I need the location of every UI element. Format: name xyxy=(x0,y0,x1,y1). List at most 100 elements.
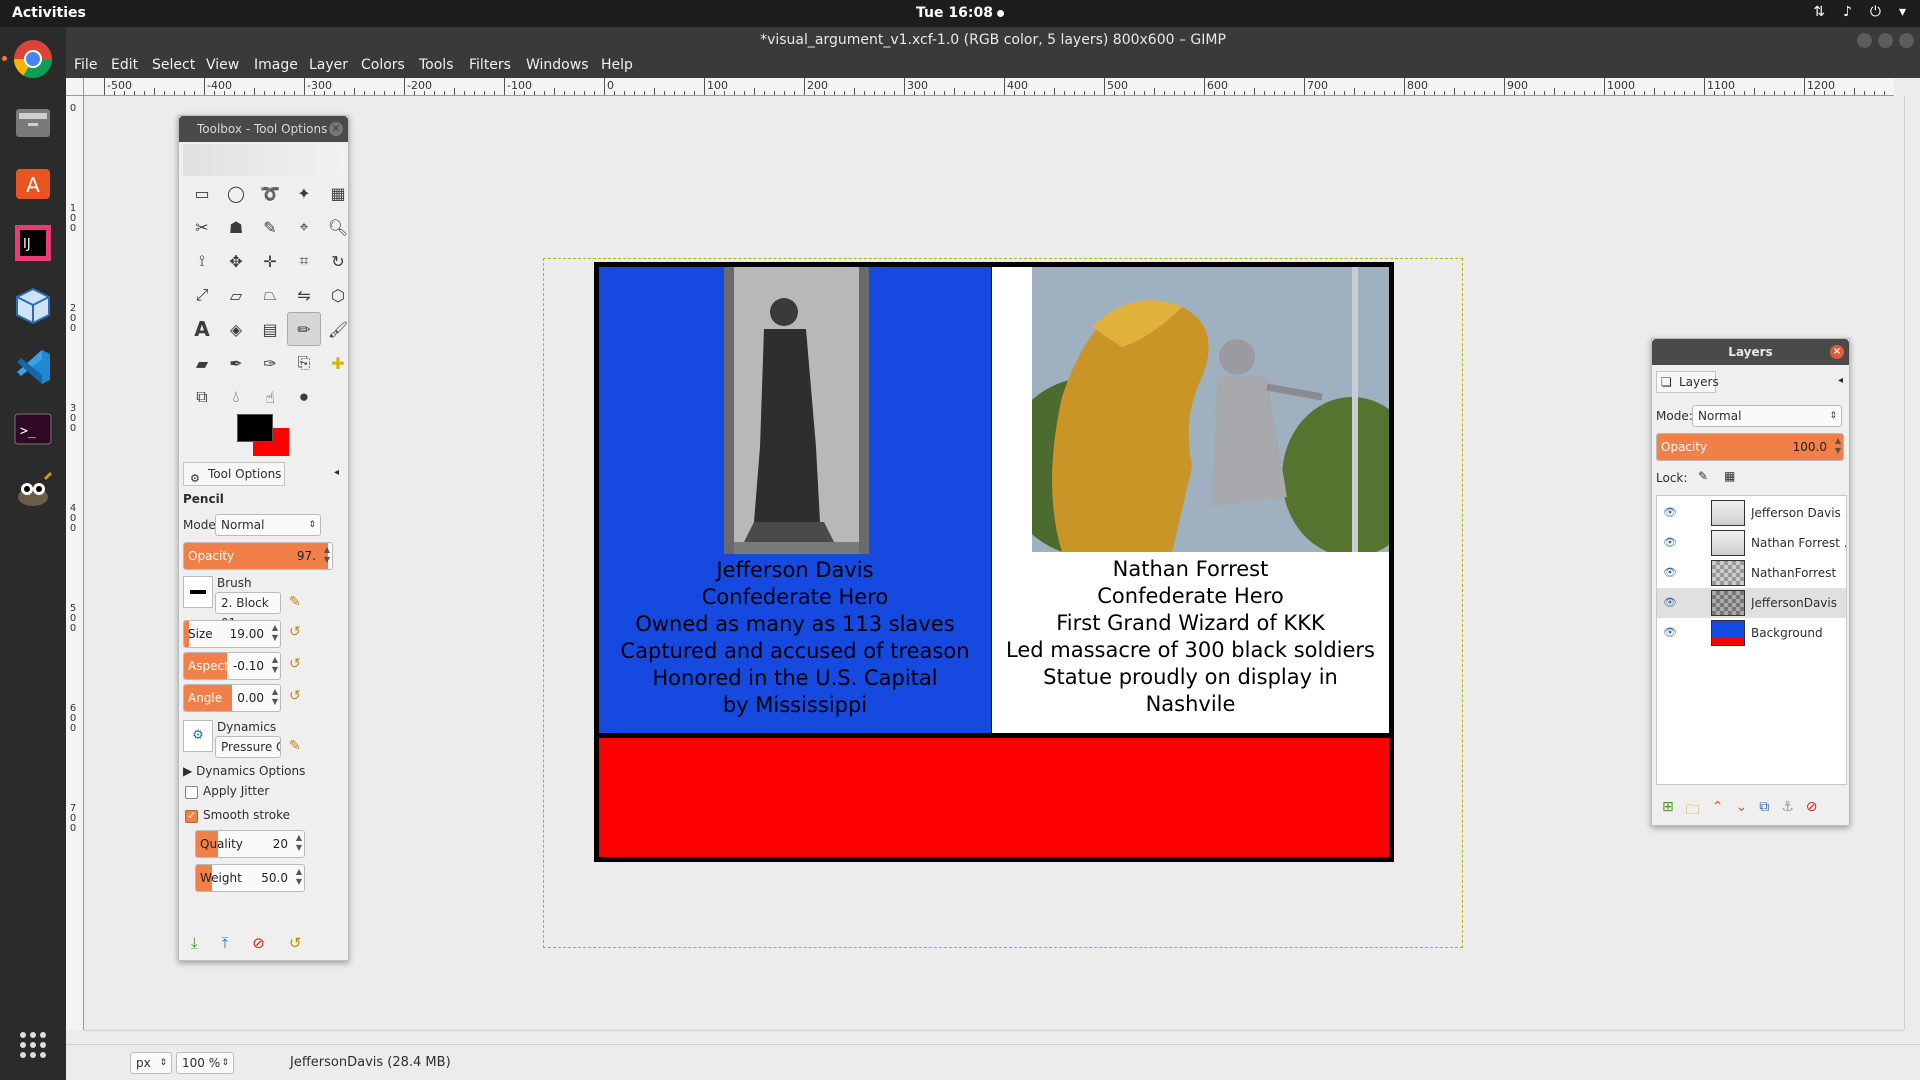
ink-icon[interactable]: ✑ xyxy=(253,346,287,380)
menu-help[interactable]: Help xyxy=(601,57,633,73)
delete-options-icon[interactable]: ⊘ xyxy=(252,934,265,952)
foreground-color-swatch[interactable] xyxy=(237,414,273,442)
vscode-icon[interactable] xyxy=(9,343,57,391)
gimp-icon[interactable] xyxy=(9,467,57,515)
show-apps-icon[interactable] xyxy=(9,1021,57,1069)
measure-icon[interactable]: ⟟ xyxy=(185,244,219,278)
software-center-icon[interactable]: A xyxy=(9,157,57,205)
eye-icon[interactable]: 👁︎ xyxy=(1663,536,1677,549)
spin-arrows-icon[interactable]: ▲ ▼ xyxy=(272,655,278,675)
foreground-select-icon[interactable]: ☗ xyxy=(219,210,253,244)
perspective-clone-icon[interactable]: ⧉ xyxy=(185,380,219,414)
new-layer-icon[interactable]: ⊞ xyxy=(1662,799,1674,823)
layers-title-bar[interactable]: Layers × xyxy=(1652,339,1849,365)
text-icon[interactable]: A xyxy=(185,312,219,346)
edit-brush-icon[interactable]: ✎ xyxy=(289,594,309,614)
layer-row[interactable]: 👁︎ Background xyxy=(1657,618,1846,648)
clone-icon[interactable]: ⎘ xyxy=(287,346,321,380)
unit-select[interactable]: px ⇕ xyxy=(130,1052,172,1074)
spin-arrows-icon[interactable]: ▲ ▼ xyxy=(272,623,278,643)
blend-icon[interactable]: ▤ xyxy=(253,312,287,346)
perspective-icon[interactable]: ⏢ xyxy=(253,278,287,312)
edit-dynamics-icon[interactable]: ✎ xyxy=(289,738,309,758)
network-icon[interactable]: ⇅ xyxy=(1813,4,1825,20)
flip-icon[interactable]: ⇋ xyxy=(287,278,321,312)
system-tray[interactable]: ⇅ ♪ ⏻ ▾ xyxy=(1813,4,1906,20)
ruler-corner[interactable] xyxy=(66,78,84,96)
menu-image[interactable]: Image xyxy=(254,57,298,73)
window-title-bar[interactable]: *visual_argument_v1.xcf-1.0 (RGB color, … xyxy=(66,27,1920,54)
shear-icon[interactable]: ▱ xyxy=(219,278,253,312)
close-icon[interactable]: × xyxy=(1830,345,1844,359)
layer-mode-select[interactable]: Normal ⇕ xyxy=(1692,405,1842,427)
smooth-stroke-checkbox[interactable] xyxy=(185,809,198,823)
tab-layers[interactable]: ❏ Layers xyxy=(1656,371,1719,393)
toolbox-title-bar[interactable]: Toolbox - Tool Options × xyxy=(179,116,348,142)
power-icon[interactable]: ⏻ xyxy=(1870,4,1881,20)
activities-button[interactable]: Activities xyxy=(12,5,86,21)
size-slider[interactable]: Size 19.00 ▲ ▼ xyxy=(183,620,281,648)
lock-pixels-icon[interactable]: ✎ xyxy=(1698,469,1708,483)
rect-select-icon[interactable]: ▭ xyxy=(185,176,219,210)
intellij-icon[interactable]: IJ xyxy=(9,219,57,267)
lower-layer-icon[interactable]: ⌄ xyxy=(1735,799,1747,823)
pencil-icon[interactable]: ✏ xyxy=(287,312,321,346)
clock[interactable]: Tue 16:08 xyxy=(916,5,1004,21)
mode-select[interactable]: Normal ⇕ xyxy=(215,514,321,536)
menu-file[interactable]: File xyxy=(74,57,97,73)
fuzzy-select-icon[interactable]: ✦ xyxy=(287,176,321,210)
scissors-icon[interactable]: ✂ xyxy=(185,210,219,244)
move-icon[interactable]: ✥ xyxy=(219,244,253,278)
paths-icon[interactable]: ✎ xyxy=(253,210,287,244)
crop-icon[interactable]: ⌗ xyxy=(287,244,321,278)
heal-icon[interactable]: ✚ xyxy=(321,346,355,380)
layer-row[interactable]: 👁︎ NathanForrest xyxy=(1657,558,1846,588)
brush-preview[interactable] xyxy=(183,576,213,608)
menu-layer[interactable]: Layer xyxy=(309,57,348,73)
new-layer-group-icon[interactable]: 🗀︎ xyxy=(1686,799,1700,823)
eye-icon[interactable]: 👁︎ xyxy=(1663,506,1677,519)
chrome-icon[interactable] xyxy=(2,35,57,83)
tab-menu-icon[interactable]: ◂ xyxy=(334,467,339,478)
blur-icon[interactable]: 💧︎ xyxy=(219,380,253,414)
reset-aspect-icon[interactable]: ↺ xyxy=(289,656,309,676)
save-options-icon[interactable]: ⤓ xyxy=(191,934,198,952)
apply-jitter-checkbox[interactable] xyxy=(185,786,198,799)
delete-layer-icon[interactable]: ⊘ xyxy=(1806,799,1818,823)
files-icon[interactable] xyxy=(9,97,57,145)
menu-tools[interactable]: Tools xyxy=(419,57,454,73)
spin-arrows-icon[interactable]: ▲ ▼ xyxy=(324,545,330,565)
layer-opacity-slider[interactable]: Opacity 100.0 ▲ ▼ xyxy=(1656,433,1844,461)
smudge-icon[interactable]: ☝ xyxy=(253,380,287,414)
tab-tool-options[interactable]: ⚙ Tool Options xyxy=(183,462,285,486)
reset-options-icon[interactable]: ↺ xyxy=(289,934,302,952)
reset-angle-icon[interactable]: ↺ xyxy=(289,688,309,708)
duplicate-layer-icon[interactable]: ⧉ xyxy=(1759,799,1769,823)
ellipse-select-icon[interactable]: ◯ xyxy=(219,176,253,210)
tab-menu-icon[interactable]: ◂ xyxy=(1838,375,1843,386)
menu-windows[interactable]: Windows xyxy=(526,57,589,73)
cage-transform-icon[interactable]: ⬡ xyxy=(321,278,355,312)
opacity-slider[interactable]: Opacity 97. ▲ ▼ xyxy=(183,542,333,570)
free-select-icon[interactable]: ➰ xyxy=(253,176,287,210)
reset-size-icon[interactable]: ↺ xyxy=(289,624,309,644)
vertical-ruler[interactable]: 0 100 200 300 400 500 600 700 xyxy=(66,96,84,1030)
layer-row[interactable]: 👁︎ Jefferson Davis ... xyxy=(1657,498,1846,528)
chevron-down-icon[interactable]: ▾ xyxy=(1899,4,1906,20)
horizontal-scrollbar[interactable] xyxy=(84,1030,1904,1044)
brush-name-field[interactable]: 2. Block 01 xyxy=(215,592,281,630)
raise-layer-icon[interactable]: ⌃ xyxy=(1712,799,1724,823)
spin-arrows-icon[interactable]: ▲ ▼ xyxy=(296,867,302,887)
dodge-burn-icon[interactable]: ⚫ xyxy=(287,380,321,414)
vertical-scrollbar[interactable] xyxy=(1904,96,1920,1030)
align-icon[interactable]: ✛ xyxy=(253,244,287,278)
aspect-slider[interactable]: Aspect ... -0.10 ▲ ▼ xyxy=(183,652,281,680)
select-by-color-icon[interactable]: ▦ xyxy=(321,176,355,210)
layer-row[interactable]: 👁︎ JeffersonDavis xyxy=(1657,588,1846,618)
spin-arrows-icon[interactable]: ▲ ▼ xyxy=(296,833,302,853)
eraser-icon[interactable]: ▰ xyxy=(185,346,219,380)
image-canvas[interactable]: Jefferson Davis Confederate Hero Owned a… xyxy=(594,262,1422,862)
minimize-button[interactable] xyxy=(1857,33,1872,48)
dynamics-icon[interactable]: ⚙ xyxy=(183,720,213,752)
bucket-fill-icon[interactable]: ◈ xyxy=(219,312,253,346)
